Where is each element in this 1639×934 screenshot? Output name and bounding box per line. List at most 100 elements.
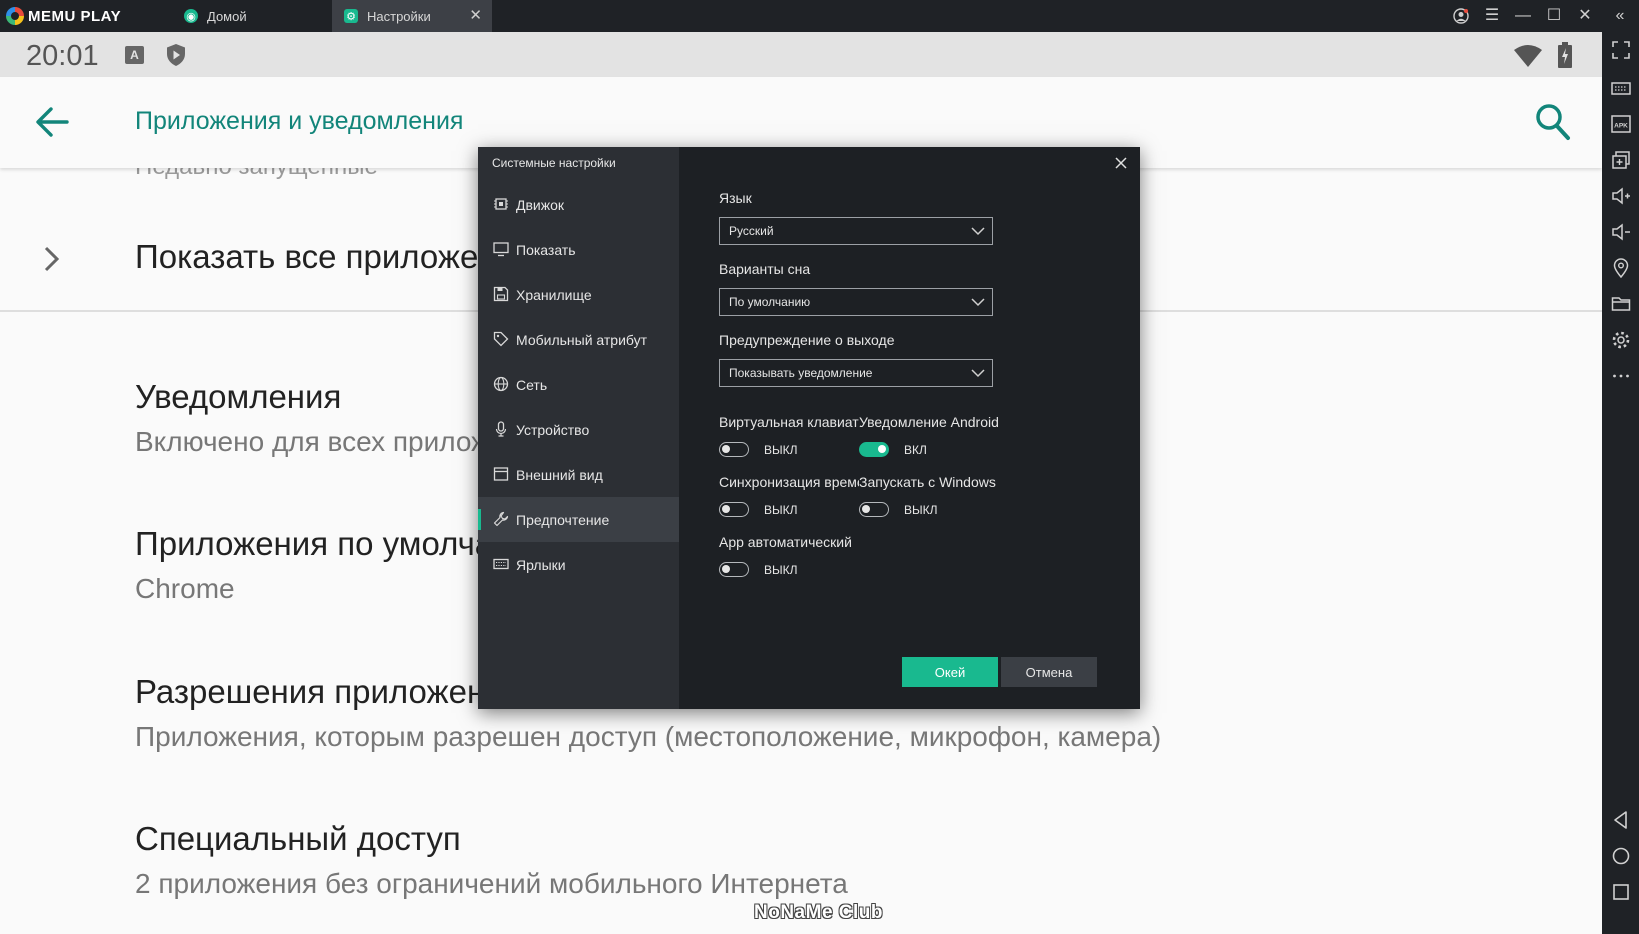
chip-icon: [494, 198, 508, 210]
volume-up-icon[interactable]: [1611, 186, 1631, 206]
settings-tab-icon: ⚙: [344, 9, 358, 23]
emulator-side-toolbar: APK: [1602, 32, 1639, 934]
recent-apps-header: Недавно запущенные: [135, 168, 378, 181]
settings-nav: Системные настройки Движок Показать Хран…: [478, 147, 679, 709]
list-item-subtitle: 2 приложения без ограничений мобильного …: [135, 868, 848, 899]
system-settings-dialog: Системные настройки Движок Показать Хран…: [478, 147, 1140, 709]
toggle-knob: [722, 565, 730, 573]
show-all-apps-item[interactable]: Показать все приложения: [135, 238, 533, 276]
nav-mobile-attribute[interactable]: Мобильный атрибут: [478, 317, 679, 362]
nav-network-label: Сеть: [516, 376, 548, 393]
virtual-keyboard-label: Виртуальная клавиатура: [719, 414, 859, 430]
home-tab-icon: ◉: [184, 9, 198, 23]
list-item-title[interactable]: Специальный доступ: [135, 820, 461, 858]
monitor-icon: [493, 242, 509, 257]
floppy-icon: [493, 286, 509, 302]
chevron-down-icon: [971, 227, 985, 236]
apk-icon[interactable]: APK: [1611, 114, 1631, 134]
account-icon[interactable]: [1449, 4, 1473, 28]
chevron-down-icon: [971, 369, 985, 378]
nav-preference-label: Предпочтение: [516, 511, 610, 528]
multi-window-icon[interactable]: [1611, 150, 1631, 170]
list-item-title[interactable]: Уведомления: [135, 378, 341, 416]
keyboard-notification-icon: A: [125, 46, 144, 64]
dialog-title: Системные настройки: [492, 156, 616, 170]
globe-icon: [493, 376, 509, 392]
nav-shortcuts-label: Ярлыки: [516, 556, 566, 573]
list-item-subtitle: Chrome: [135, 573, 235, 604]
battery-charging-icon: [1558, 42, 1572, 68]
tab-settings[interactable]: ⚙ Настройки ✕: [332, 0, 492, 32]
time-sync-state: ВЫКЛ: [764, 503, 798, 517]
virtual-keyboard-toggle[interactable]: [719, 442, 749, 457]
app-auto-toggle[interactable]: [719, 562, 749, 577]
search-icon[interactable]: [1535, 103, 1571, 141]
list-item-subtitle: Приложения, которым разрешен доступ (мес…: [135, 721, 1162, 752]
minimize-icon[interactable]: —: [1511, 4, 1535, 28]
language-value: Русский: [729, 224, 774, 238]
tab-home[interactable]: ◉ Домой: [172, 0, 332, 32]
keyboard-icon[interactable]: [1611, 78, 1631, 98]
android-status-bar: 20:01 A: [0, 32, 1602, 77]
window-close-icon[interactable]: ✕: [1573, 4, 1597, 28]
dialog-close-icon[interactable]: [1113, 155, 1129, 171]
more-icon[interactable]: [1611, 366, 1631, 386]
status-clock: 20:01: [26, 40, 99, 72]
nav-device[interactable]: Устройство: [478, 407, 679, 452]
tag-icon: [493, 331, 509, 347]
shield-play-icon: [167, 44, 185, 66]
nav-engine-label: Движок: [516, 196, 565, 213]
nav-back-icon[interactable]: [1611, 810, 1631, 830]
exit-warning-select[interactable]: Показывать уведомление: [719, 359, 993, 387]
memu-logo-icon: [6, 7, 24, 25]
collapse-sidebar-icon[interactable]: «: [1608, 4, 1632, 28]
list-item-title[interactable]: Разрешения приложений: [135, 673, 522, 711]
android-notification-toggle[interactable]: [859, 442, 889, 457]
folder-icon[interactable]: [1611, 294, 1631, 314]
run-with-windows-toggle[interactable]: [859, 502, 889, 517]
nav-shortcuts[interactable]: Ярлыки: [478, 542, 679, 587]
run-with-windows-state: ВЫКЛ: [904, 503, 938, 517]
toggle-knob: [722, 505, 730, 513]
microphone-icon: [495, 421, 507, 437]
fullscreen-icon[interactable]: [1611, 40, 1631, 60]
android-notification-state: ВКЛ: [904, 443, 927, 457]
sleep-value: По умолчанию: [729, 295, 811, 309]
time-sync-toggle[interactable]: [719, 502, 749, 517]
nav-recents-icon[interactable]: [1611, 882, 1631, 902]
toggle-knob: [722, 445, 730, 453]
app-auto-label: App автоматический: [719, 534, 852, 550]
sleep-label: Варианты сна: [719, 261, 811, 277]
nav-engine[interactable]: Движок: [478, 182, 679, 227]
gear-icon[interactable]: [1611, 330, 1631, 350]
svg-text:APK: APK: [1614, 123, 1628, 130]
menu-icon[interactable]: ☰: [1480, 4, 1504, 28]
language-select[interactable]: Русский: [719, 217, 993, 245]
nav-device-label: Устройство: [516, 421, 590, 438]
emulator-titlebar: MEMU PLAY ◉ Домой ⚙ Настройки ✕ ☰ — ☐ ✕ …: [0, 0, 1639, 32]
time-sync-label: Синхронизация времени: [719, 474, 859, 490]
ok-button[interactable]: Окей: [902, 657, 998, 687]
memu-logo: MEMU PLAY: [6, 6, 121, 26]
window-icon: [493, 467, 509, 481]
wifi-icon: [1514, 45, 1542, 67]
nav-preference[interactable]: Предпочтение: [478, 497, 679, 542]
run-with-windows-label: Запускать с Windows: [859, 474, 996, 490]
nav-storage[interactable]: Хранилище: [478, 272, 679, 317]
language-label: Язык: [719, 190, 752, 206]
exit-warning-value: Показывать уведомление: [729, 366, 873, 380]
nav-home-icon[interactable]: [1611, 846, 1631, 866]
back-arrow-icon[interactable]: [35, 105, 69, 139]
nav-network[interactable]: Сеть: [478, 362, 679, 407]
sleep-select[interactable]: По умолчанию: [719, 288, 993, 316]
maximize-icon[interactable]: ☐: [1542, 4, 1566, 28]
app-auto-state: ВЫКЛ: [764, 563, 798, 577]
page-title: Приложения и уведомления: [135, 107, 464, 135]
nav-appearance[interactable]: Внешний вид: [478, 452, 679, 497]
location-icon[interactable]: [1611, 258, 1631, 278]
tab-close-icon[interactable]: ✕: [469, 8, 482, 24]
nav-display[interactable]: Показать: [478, 227, 679, 272]
volume-down-icon[interactable]: [1611, 222, 1631, 242]
cancel-button[interactable]: Отмена: [1001, 657, 1097, 687]
android-notification-label: Уведомление Android: [859, 414, 999, 430]
